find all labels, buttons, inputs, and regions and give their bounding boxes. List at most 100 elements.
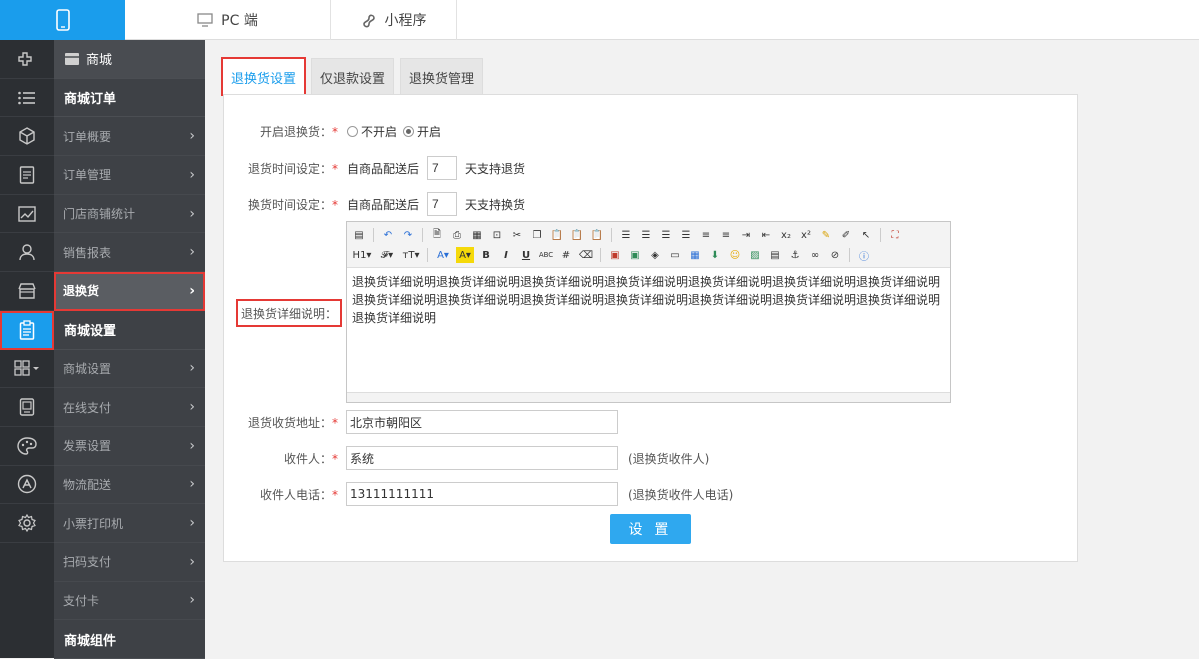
unordered-list-icon[interactable]: ≡ (718, 227, 734, 243)
subscript-icon[interactable]: x₂ (778, 227, 794, 243)
strikethrough-icon[interactable]: ABC (538, 247, 554, 263)
nav-list[interactable] (0, 79, 54, 118)
eraser-icon[interactable]: ⌫ (578, 247, 594, 263)
phone-label: 收件人电话：* (259, 487, 338, 502)
superscript-icon[interactable]: x² (798, 227, 814, 243)
mobile-tab[interactable] (0, 0, 125, 40)
radio-off[interactable] (347, 125, 358, 137)
icon-sidebar (0, 40, 54, 658)
menu-item-scan-pay[interactable]: 扫码支付 › (54, 543, 205, 582)
submit-button[interactable]: 设 置 (610, 514, 691, 544)
paste-icon[interactable]: 📋 (549, 227, 565, 243)
fullscreen-icon[interactable]: ⛶ (887, 227, 903, 243)
menu-item-printer[interactable]: 小票打印机 › (54, 504, 205, 543)
ordered-list-icon[interactable]: ≡ (698, 227, 714, 243)
menu-item-order-summary[interactable]: 订单概要 › (54, 117, 205, 157)
nav-document[interactable] (0, 156, 54, 195)
exchange-days-input[interactable] (427, 192, 458, 216)
align-center-icon[interactable]: ☰ (638, 227, 654, 243)
image-icon[interactable]: ▣ (607, 247, 623, 263)
receiver-input[interactable] (346, 446, 618, 470)
chevron-right-icon: › (189, 592, 195, 609)
print-icon[interactable]: ⎙ (449, 227, 465, 243)
link-icon[interactable]: ∞ (807, 247, 823, 263)
nav-plugin[interactable] (0, 40, 54, 79)
tab-return-settings[interactable]: 退换货设置 (220, 57, 307, 96)
line-height-icon[interactable]: # (558, 247, 574, 263)
nav-grid[interactable] (0, 350, 54, 389)
menu-item-store-stats[interactable]: 门店商铺统计 › (54, 195, 205, 234)
table-icon[interactable]: ▦ (687, 247, 703, 263)
font-size-icon[interactable]: тT▾ (401, 247, 421, 263)
paste-text-icon[interactable]: 📋 (569, 227, 585, 243)
copy-icon[interactable]: ❐ (529, 227, 545, 243)
select-all-icon[interactable]: ✐ (838, 227, 854, 243)
menu-item-returns[interactable]: 退换货 › (54, 272, 205, 311)
address-input[interactable] (346, 410, 618, 434)
menu-item-store-settings[interactable]: 商城设置 › (54, 350, 205, 389)
indent-icon[interactable]: ⇥ (738, 227, 754, 243)
editor-content[interactable]: 退换货详细说明退换货详细说明退换货详细说明退换货详细说明退换货详细说明退换货详细… (347, 268, 950, 392)
nav-tablet[interactable] (0, 388, 54, 427)
paste-word-icon[interactable]: 📋 (589, 227, 605, 243)
nav-palette[interactable] (0, 427, 54, 466)
menu-item-logistics[interactable]: 物流配送 › (54, 466, 205, 505)
nav-chart[interactable] (0, 195, 54, 234)
highlight-icon[interactable]: A▾ (456, 247, 474, 263)
heading-icon[interactable]: H1▾ (351, 247, 373, 263)
pointer-icon[interactable]: ↖ (858, 227, 874, 243)
chart-icon (18, 205, 36, 222)
menu-item-order-management[interactable]: 订单管理 › (54, 156, 205, 195)
nav-clipboard[interactable] (0, 310, 54, 350)
preview-icon[interactable]: 🗎 (429, 227, 445, 243)
justify-icon[interactable]: ☰ (678, 227, 694, 243)
monitor-icon (197, 13, 213, 27)
return-days-input[interactable] (427, 156, 458, 180)
settings-panel: 开启退换货：* 不开启 开启 退货时间设定：* 自商品配送后 天支持退货 换货时… (223, 94, 1078, 562)
tab-refund-settings[interactable]: 仅退款设置 (311, 58, 395, 95)
align-left-icon[interactable]: ☰ (618, 227, 634, 243)
phone-input[interactable] (346, 482, 618, 506)
unlink-icon[interactable]: ⊘ (827, 247, 843, 263)
emoticon-icon[interactable]: ☺ (727, 247, 743, 263)
nav-cube[interactable] (0, 117, 54, 157)
rich-text-editor[interactable]: ▤ ↶ ↷ 🗎 ⎙ ▦ ⊡ ✂ ❐ 📋 📋 📋 ☰ ☰ ☰ ☰ ≡ ≡ ⇥ ⇤ … (346, 221, 951, 403)
font-color-icon[interactable]: A▾ (434, 247, 452, 263)
nav-store[interactable] (0, 272, 54, 311)
redo-icon[interactable]: ↷ (400, 227, 416, 243)
editor-resize-handle[interactable] (347, 392, 950, 402)
nav-settings[interactable] (0, 504, 54, 543)
nav-user[interactable] (0, 233, 54, 273)
pagebreak-icon[interactable]: ▤ (767, 247, 783, 263)
outdent-icon[interactable]: ⇤ (758, 227, 774, 243)
undo-icon[interactable]: ↶ (380, 227, 396, 243)
tab-pc[interactable]: PC 端 (125, 0, 331, 40)
tab-miniprogram[interactable]: 小程序 (331, 0, 457, 40)
template-icon[interactable]: ▦ (469, 227, 485, 243)
menu-item-pay-card[interactable]: 支付卡 › (54, 582, 205, 621)
code-icon[interactable]: ⊡ (489, 227, 505, 243)
description-label: 退换货详细说明： (236, 299, 343, 327)
flash-icon[interactable]: ◈ (647, 247, 663, 263)
clear-format-icon[interactable]: ✎ (818, 227, 834, 243)
insert-file-icon[interactable]: ⬇ (707, 247, 723, 263)
tab-return-management[interactable]: 退换货管理 (400, 58, 484, 95)
picture-icon[interactable]: ▨ (747, 247, 763, 263)
multi-image-icon[interactable]: ▣ (627, 247, 643, 263)
radio-on[interactable] (403, 125, 415, 137)
anchor-icon[interactable]: ⚓ (787, 247, 803, 263)
font-family-icon[interactable]: 𝓕▾ (377, 247, 397, 263)
menu-item-sales-report[interactable]: 销售报表 › (54, 233, 205, 273)
plugin-icon (18, 52, 32, 66)
align-right-icon[interactable]: ☰ (658, 227, 674, 243)
menu-item-invoice[interactable]: 发票设置 › (54, 427, 205, 466)
help-icon[interactable]: ⓘ (856, 247, 872, 263)
media-icon[interactable]: ▭ (667, 247, 683, 263)
italic-icon[interactable]: I (498, 247, 514, 263)
menu-item-online-pay[interactable]: 在线支付 › (54, 388, 205, 427)
underline-icon[interactable]: U (518, 247, 534, 263)
source-icon[interactable]: ▤ (351, 227, 367, 243)
nav-appstore[interactable] (0, 466, 54, 505)
cut-icon[interactable]: ✂ (509, 227, 525, 243)
bold-icon[interactable]: B (478, 247, 494, 263)
